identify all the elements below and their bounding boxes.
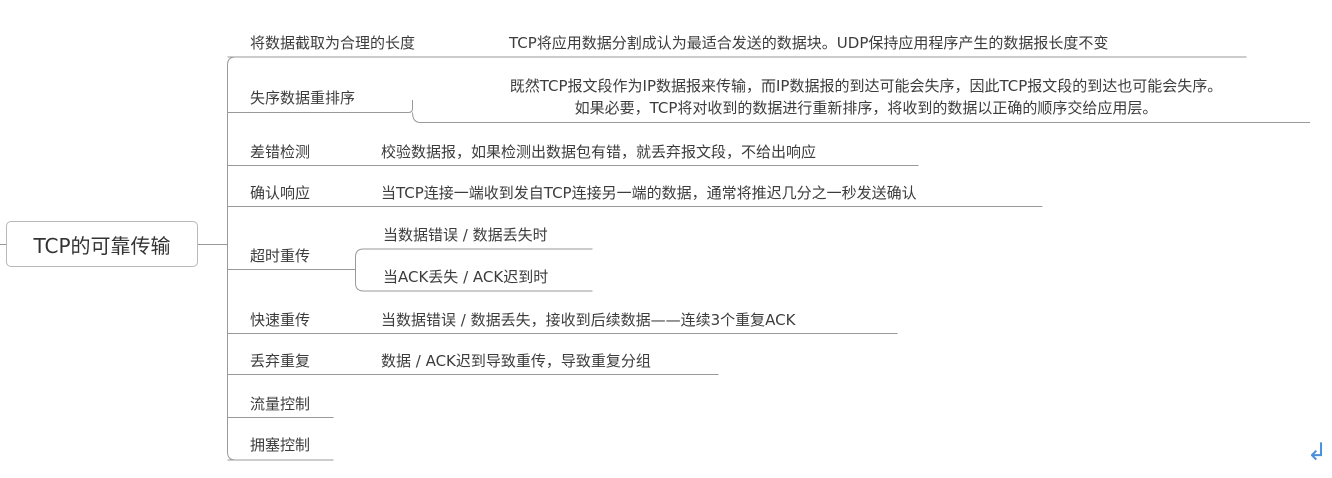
branch-label-ack[interactable]: 确认响应 [250,183,310,203]
detail-error-detection[interactable]: 校验数据报，如果检测出数据包有错，就丢弃报文段，不给出响应 [381,142,816,162]
detail-ack[interactable]: 当TCP连接一端收到发自TCP连接另一端的数据，通常将推迟几分之一秒发送确认 [381,183,917,203]
branch-label-flow-control[interactable]: 流量控制 [250,394,310,414]
root-topic-label: TCP的可靠传输 [33,233,171,258]
branch-label-congestion-control[interactable]: 拥塞控制 [250,435,310,455]
detail-discard-duplicate[interactable]: 数据 / ACK迟到导致重传，导致重复分组 [381,351,651,371]
branch-label-error-detection[interactable]: 差错检测 [250,142,310,162]
child-timeout-ack-lost[interactable]: 当ACK丢失 / ACK迟到时 [383,267,548,287]
branch-label-timeout-retransmit[interactable]: 超时重传 [250,246,310,266]
detail-fast-retransmit[interactable]: 当数据错误 / 数据丢失，接收到后续数据——连续3个重复ACK [381,310,795,330]
spine-top-corner [227,56,240,66]
detail-reorder[interactable]: 既然TCP报文段作为IP数据报来传输，而IP数据报的到达可能会失序，因此TCP报… [424,75,1308,119]
child-timeout-data-lost[interactable]: 当数据错误 / 数据丢失时 [383,225,548,245]
branch-label-fast-retransmit[interactable]: 快速重传 [250,310,310,330]
detail-truncate-length[interactable]: TCP将应用数据分割成认为最适合发送的数据块。UDP保持应用程序产生的数据报长度… [509,33,1108,53]
branch-label-discard-duplicate[interactable]: 丢弃重复 [250,351,310,371]
branch-label-reorder[interactable]: 失序数据重排序 [250,88,355,108]
connector-lines [0,56,1310,461]
detail-reorder-line-1: 既然TCP报文段作为IP数据报来传输，而IP数据报的到达可能会失序，因此TCP报… [509,77,1223,95]
return-arrow-icon[interactable]: ↲ [1307,440,1327,464]
root-topic[interactable]: TCP的可靠传输 [6,221,198,267]
spine-vertical [227,65,240,461]
detail-reorder-line-2: 如果必要，TCP将对收到的数据进行重新排序，将收到的数据以正确的顺序交给应用层。 [574,99,1158,117]
mind-map: TCP的可靠传输 将数据截取为合理的长度 TCP将应用数据分割成认为最适合发送的… [0,0,1332,478]
branch-label-truncate-length[interactable]: 将数据截取为合理的长度 [250,33,415,53]
